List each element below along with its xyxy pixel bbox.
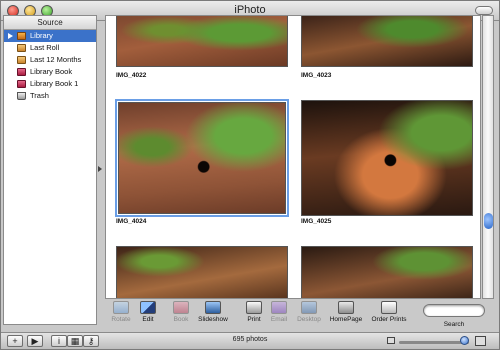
order-prints-button[interactable]: Order Prints [369, 301, 409, 323]
toolbar-toggle-button[interactable] [475, 6, 493, 15]
rotate-icon [113, 301, 129, 314]
photo-image[interactable] [116, 16, 288, 67]
slideshow-icon [205, 301, 221, 314]
photo-image[interactable] [301, 16, 473, 67]
source-item-last-12-months[interactable]: Last 12 Months [4, 54, 96, 66]
source-item-label: Last 12 Months [30, 55, 82, 64]
vertical-scrollbar[interactable] [482, 15, 494, 299]
photo-image[interactable] [116, 246, 288, 298]
photo-label: IMG_4022 [116, 72, 147, 79]
photo-image[interactable] [301, 246, 473, 298]
source-item-trash[interactable]: Trash [4, 90, 96, 102]
edit-icon [140, 301, 156, 314]
trash-icon [17, 92, 26, 100]
slideshow-label: Slideshow [198, 316, 228, 323]
source-item-label: Library Book 1 [30, 79, 79, 88]
homepage-button[interactable]: HomePage [329, 301, 363, 323]
book-icon [17, 68, 26, 76]
scroll-thumb[interactable] [484, 213, 493, 229]
pane-splitter-handle-icon[interactable] [98, 166, 102, 172]
email-button[interactable]: Email [268, 301, 290, 323]
source-item-last-roll[interactable]: Last Roll [4, 42, 96, 54]
homepage-icon [338, 301, 354, 314]
order-prints-icon [381, 301, 397, 314]
search-label: Search [443, 321, 465, 328]
source-item-label: Trash [30, 91, 49, 100]
print-label: Print [247, 316, 261, 323]
photo-label: IMG_4023 [301, 72, 332, 79]
printer-icon [246, 301, 262, 314]
source-header: Source [4, 16, 96, 30]
book-button[interactable]: Book [169, 301, 193, 323]
action-toolbar: Rotate Edit Book Slideshow Print Email D… [105, 299, 495, 331]
rotate-button[interactable]: Rotate [109, 301, 133, 323]
desktop-label: Desktop [297, 316, 321, 323]
desktop-icon [301, 301, 317, 314]
book-icon [173, 301, 189, 314]
photo-image[interactable] [301, 100, 473, 216]
desktop-button[interactable]: Desktop [295, 301, 323, 323]
film-roll-icon [17, 56, 26, 64]
thumbnail-size-slider-knob[interactable] [460, 336, 469, 345]
library-icon [17, 32, 26, 40]
slideshow-button[interactable]: Slideshow [197, 301, 229, 323]
search-input[interactable] [423, 304, 485, 317]
source-item-library-book-1[interactable]: Library Book 1 [4, 78, 96, 90]
photo-label: IMG_4025 [301, 218, 332, 225]
film-roll-icon [17, 44, 26, 52]
disclosure-triangle-icon[interactable] [8, 33, 13, 39]
photo-label: IMG_4024 [116, 218, 147, 225]
photo-image[interactable] [118, 102, 286, 214]
photo-viewer: IMG_4022 IMG_4023 IMG_4024 IMG_4025 [105, 15, 481, 299]
source-item-label: Library [30, 31, 53, 40]
homepage-label: HomePage [329, 316, 363, 323]
large-thumbnail-icon [475, 336, 486, 346]
print-button[interactable]: Print [243, 301, 265, 323]
email-label: Email [270, 316, 288, 323]
email-icon [271, 301, 287, 314]
source-item-label: Library Book [30, 67, 73, 76]
rotate-label: Rotate [111, 316, 131, 323]
edit-button[interactable]: Edit [137, 301, 159, 323]
small-thumbnail-icon [387, 337, 395, 344]
source-list: Source Library Last Roll Last 12 Months … [3, 15, 97, 325]
thumbnail-size-slider[interactable] [399, 341, 469, 344]
source-item-library[interactable]: Library [4, 30, 96, 42]
book-icon [17, 80, 26, 88]
source-item-library-book[interactable]: Library Book [4, 66, 96, 78]
edit-label: Edit [142, 316, 154, 323]
source-item-label: Last Roll [30, 43, 60, 52]
iphoto-window: iPhoto Source Library Last Roll Last 12 … [0, 0, 500, 350]
bottom-bar: + ▶ i ▦ ⚷ 695 photos [1, 332, 499, 349]
order-prints-label: Order Prints [371, 316, 407, 323]
book-label: Book [173, 316, 189, 323]
